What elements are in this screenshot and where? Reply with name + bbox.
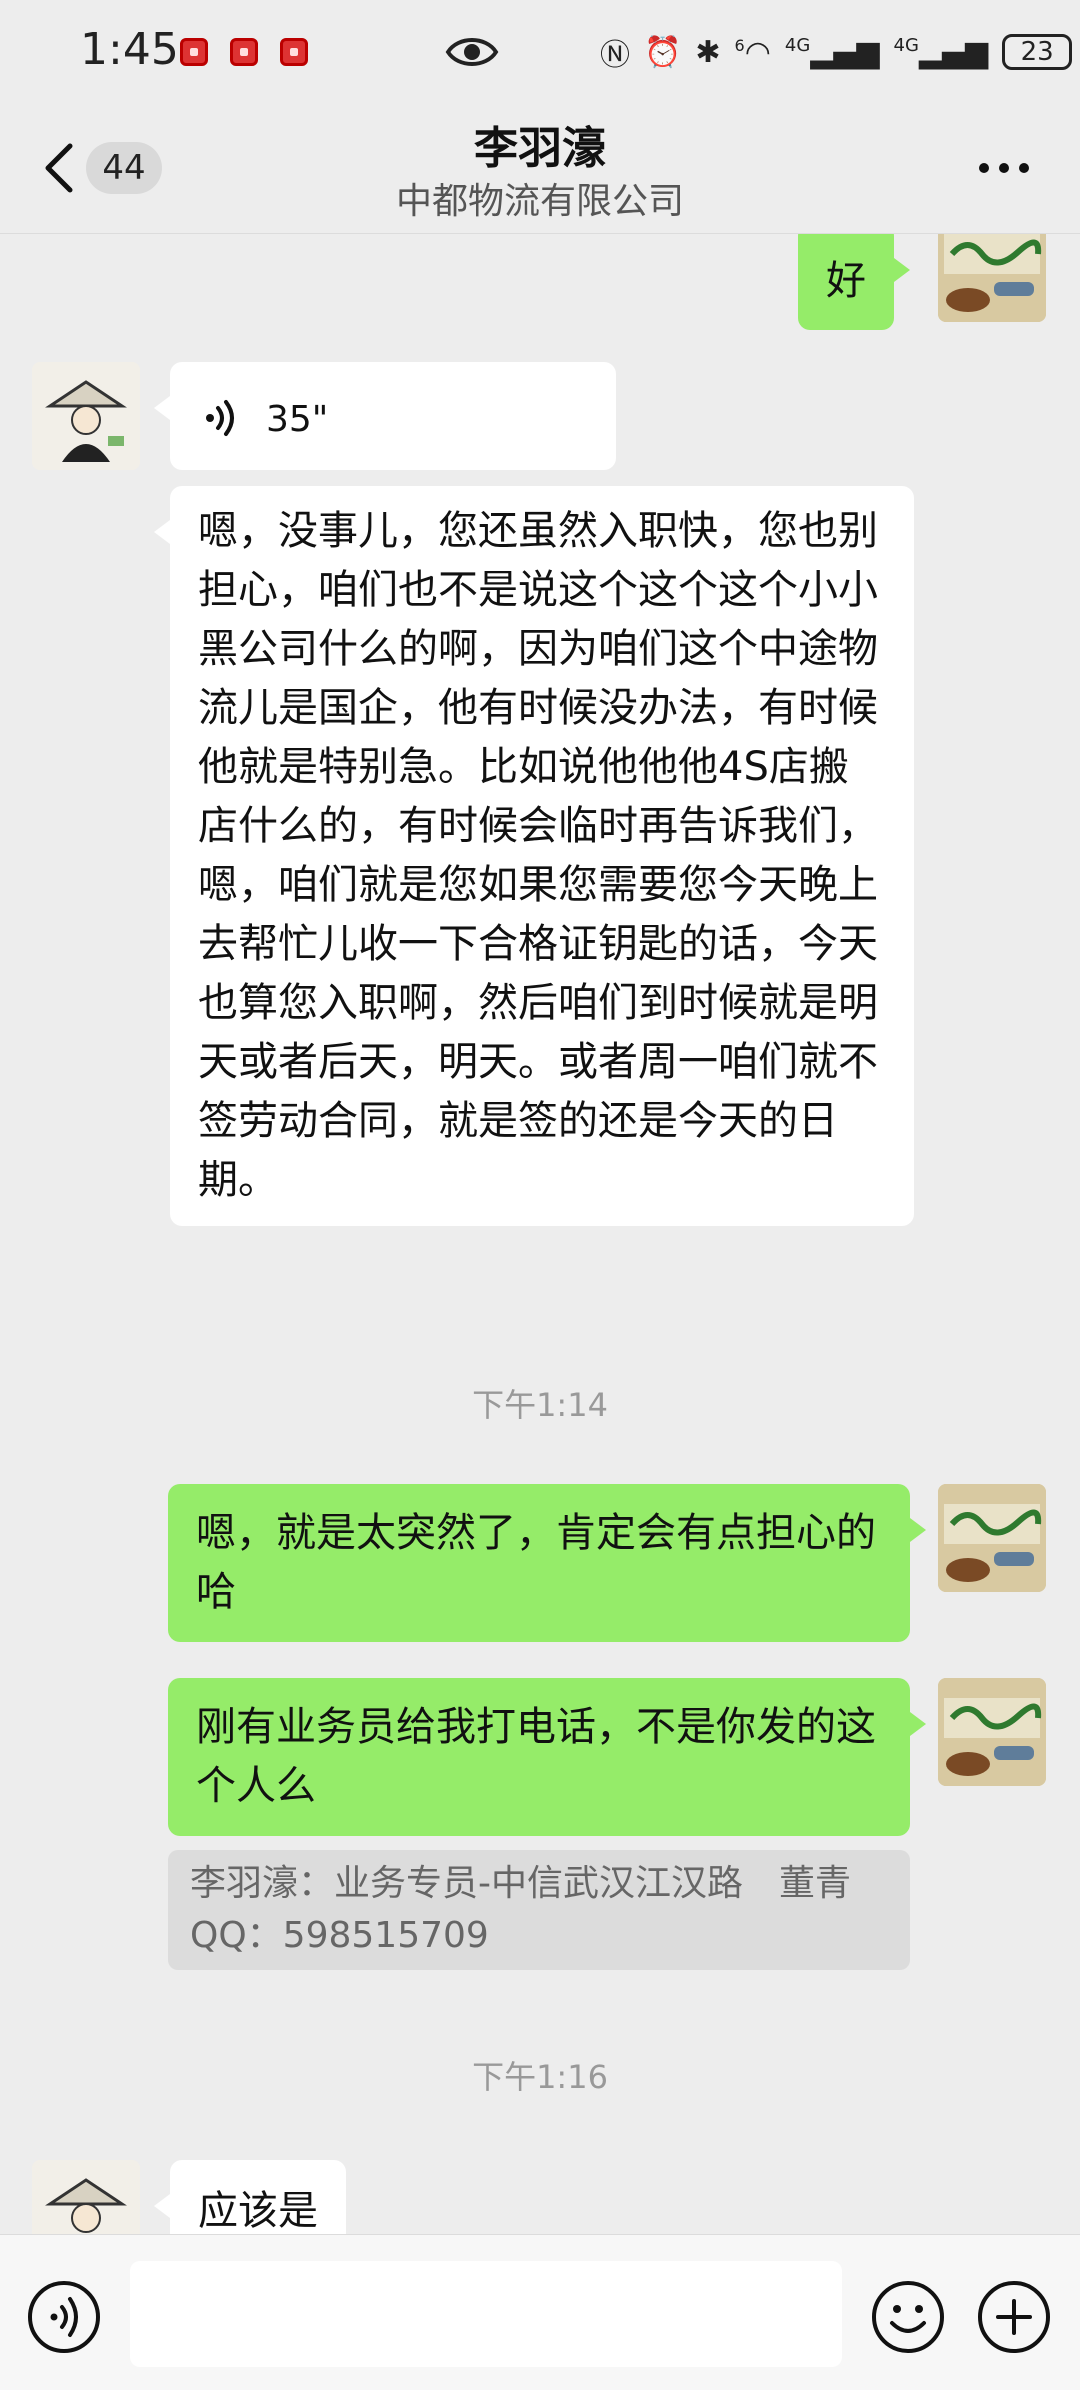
outgoing-message-bubble[interactable]: 好 [798, 234, 910, 330]
signal-icon-1: 4G▂▄▆ [784, 34, 880, 70]
message-timestamp: 下午1:14 [472, 1386, 608, 1424]
avatar-image [938, 1484, 1046, 1592]
incoming-message-bubble[interactable]: 应该是 [154, 2160, 346, 2234]
message-text: 好 [826, 258, 866, 304]
message-text: 刚有业务员给我打电话，不是你发的这个人么 [196, 1704, 876, 1809]
eye-icon [445, 38, 499, 66]
voice-duration: 35" [266, 399, 329, 440]
outgoing-message-bubble[interactable]: 刚有业务员给我打电话，不是你发的这个人么 [168, 1678, 926, 1836]
sender-avatar[interactable] [32, 362, 140, 470]
avatar-image [938, 1678, 1046, 1786]
voice-icon[interactable] [26, 2279, 102, 2355]
battery-icon: 23 [1002, 34, 1073, 70]
incoming-voice-message[interactable]: 35" [154, 362, 616, 470]
incoming-message-bubble[interactable]: 嗯，没事儿，您还虽然入职快，您也别担心，咱们也不是说这个这个这个小小黑公司什么的… [154, 486, 914, 1226]
message-text: 应该是 [198, 2188, 318, 2234]
emoji-icon[interactable] [870, 2279, 946, 2355]
status-icons: Ⓝ ⏰ ✱ 6◠ 4G▂▄▆ 4G▂▄▆ 23 [600, 28, 1073, 76]
voice-icon [206, 400, 234, 436]
notification-icon [180, 38, 208, 66]
avatar-image [32, 2160, 140, 2234]
self-avatar[interactable] [938, 1484, 1046, 1592]
outgoing-message-bubble[interactable]: 嗯，就是太突然了，肯定会有点担心的哈 [168, 1484, 926, 1642]
status-time: 1:45 [80, 24, 179, 75]
self-avatar[interactable] [938, 1678, 1046, 1786]
notification-icon [280, 38, 308, 66]
chat-subtitle: 中都物流有限公司 [395, 181, 684, 222]
chat-header: 44 李羽濠 中都物流有限公司 [0, 100, 1080, 234]
bluetooth-icon: ✱ [695, 34, 721, 70]
wifi-icon: 6◠ [734, 34, 771, 70]
signal-icon-2: 4G▂▄▆ [893, 34, 989, 70]
message-input[interactable] [130, 2261, 842, 2367]
self-avatar[interactable] [938, 234, 1046, 322]
avatar-image [32, 362, 140, 470]
sender-avatar[interactable] [32, 2160, 140, 2234]
message-text: 嗯，就是太突然了，肯定会有点担心的哈 [196, 1510, 876, 1615]
plus-icon[interactable] [976, 2279, 1052, 2355]
quote-text: 李羽濠：业务专员-中信武汉江汉路 董青QQ：598515709 [190, 1863, 851, 1956]
quoted-message[interactable]: 李羽濠：业务专员-中信武汉江汉路 董青QQ：598515709 [168, 1850, 910, 1970]
message-timestamp: 下午1:16 [472, 2058, 608, 2096]
alarm-icon: ⏰ [644, 34, 682, 70]
more-icon[interactable] [976, 160, 1032, 176]
avatar-image [938, 234, 1046, 322]
input-bar [0, 2234, 1080, 2390]
status-bar: 1:45 Ⓝ ⏰ ✱ 6◠ 4G▂▄▆ 4G▂▄▆ 23 [0, 0, 1080, 100]
nfc-icon: Ⓝ [600, 38, 630, 73]
chat-title: 李羽濠 [474, 123, 606, 174]
message-text: 嗯，没事儿，您还虽然入职快，您也别担心，咱们也不是说这个这个这个小小黑公司什么的… [198, 508, 878, 1203]
notification-icon [230, 38, 258, 66]
chat-message-list[interactable]: 好 35" 嗯，没事儿，您还虽然入职快，您也别担心，咱们也不是说这个这个这个小小… [0, 234, 1080, 2234]
